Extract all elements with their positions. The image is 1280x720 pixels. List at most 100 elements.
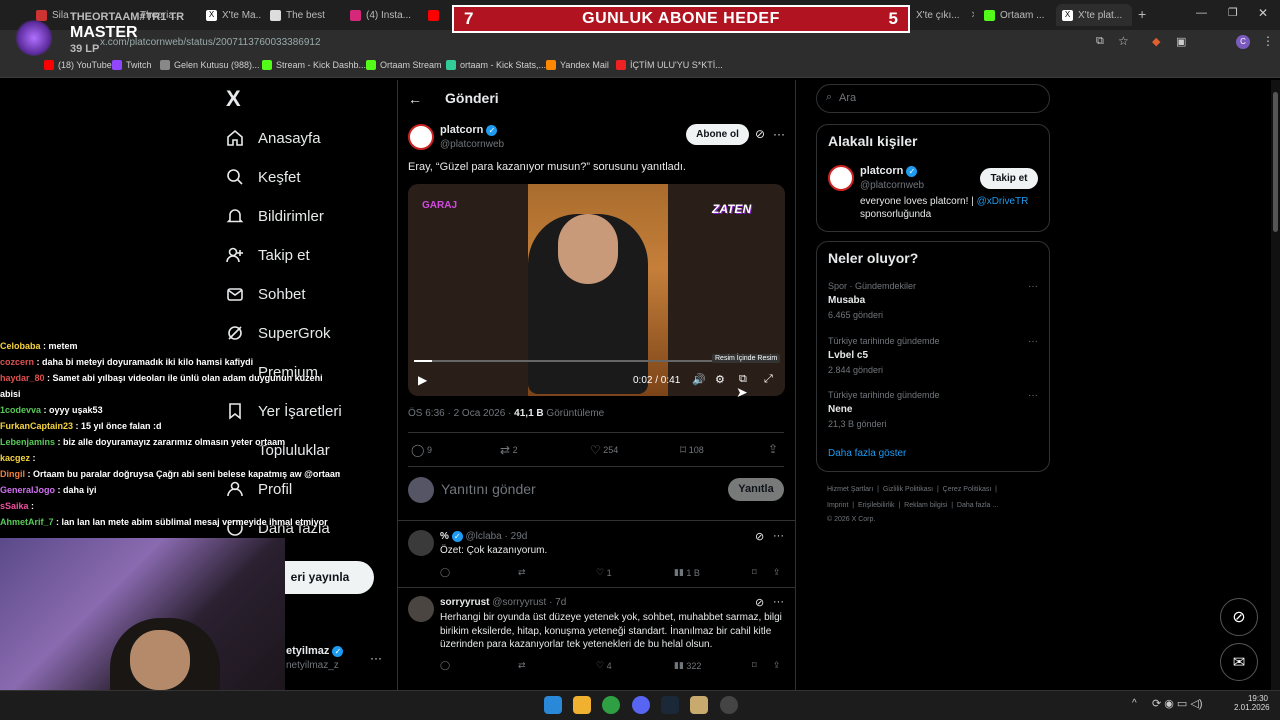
install-icon[interactable]: ⧉ xyxy=(1096,35,1104,48)
bookmark-item[interactable]: Twitch xyxy=(112,60,152,70)
nav-explore[interactable]: Keşfet xyxy=(226,168,301,186)
browser-tab[interactable]: Ortaam ...✕ xyxy=(984,4,1048,26)
bookmark-action[interactable]: ⌑ 108 xyxy=(680,443,704,457)
follow-button[interactable]: Takip et xyxy=(980,168,1038,189)
browser-tab[interactable]: X X'te Ma... xyxy=(206,4,262,26)
more-icon[interactable]: ··· xyxy=(773,530,784,542)
bookmark-item[interactable]: Gelen Kutusu (988)... xyxy=(160,60,260,70)
play-icon[interactable]: ▶ xyxy=(418,373,427,387)
repost-action[interactable]: ⇄ xyxy=(518,660,526,671)
footer-links[interactable]: Imprint | Erişilebilirlik | Reklam bilgi… xyxy=(827,502,998,509)
fullscreen-icon[interactable]: ⤢ xyxy=(764,373,773,386)
trend-item[interactable]: Türkiye tarihinde gündemde Nene 21,3 B g… xyxy=(828,390,1038,429)
reply-button[interactable]: Yanıtla xyxy=(728,478,784,501)
new-tab-icon[interactable]: + xyxy=(1138,6,1146,22)
nav-home[interactable]: Anasayfa xyxy=(226,129,321,147)
repost-action[interactable]: ⇄ 2 xyxy=(500,443,518,457)
close-window-icon[interactable]: ✕ xyxy=(1258,6,1268,20)
scroll-thumb[interactable] xyxy=(1273,92,1278,232)
minimize-icon[interactable]: — xyxy=(1196,7,1207,19)
bookmark-item[interactable]: Yandex Mail xyxy=(546,60,609,70)
like-action[interactable]: ♡ 4 xyxy=(596,660,612,671)
browser-tab[interactable]: (4) Insta... xyxy=(350,4,422,26)
reply-action[interactable]: ◯ xyxy=(440,567,450,578)
views-action[interactable]: ▮▮ 322 xyxy=(674,660,701,671)
bookmark-item[interactable]: Stream - Kick Dashb... xyxy=(262,60,366,70)
volume-icon[interactable]: 🔊 xyxy=(692,373,706,386)
avatar[interactable] xyxy=(408,530,434,556)
repost-action[interactable]: ⇄ xyxy=(518,567,526,578)
tray-icons[interactable]: ⟳ ◉ ▭ ◁) xyxy=(1152,697,1203,710)
steam-icon[interactable] xyxy=(661,696,679,714)
nav-notifications[interactable]: Bildirimler xyxy=(226,207,324,225)
footer-links[interactable]: Hizmet Şartları | Gizlilik Politikası | … xyxy=(827,486,997,493)
trend-item[interactable]: Türkiye tarihinde gündemde Lvbel c5 2.84… xyxy=(828,336,1038,375)
extensions-puzzle-icon[interactable]: ▣ xyxy=(1176,35,1186,48)
webcam-face xyxy=(130,630,190,690)
chrome-icon[interactable] xyxy=(602,696,620,714)
settings-gear-icon[interactable]: ⚙ xyxy=(715,373,725,386)
grok-icon[interactable]: ⊘ xyxy=(755,127,765,141)
bookmark-item[interactable]: ortaam - Kick Stats,... xyxy=(446,60,546,70)
bookmark-item[interactable]: (18) YouTube xyxy=(44,60,112,70)
avatar[interactable] xyxy=(408,596,434,622)
maximize-icon[interactable]: ❐ xyxy=(1228,6,1238,19)
video-player[interactable]: GARAJ ZATEN Resim İçinde Resim ▶ 0:02 / … xyxy=(408,184,785,396)
bookmark-star-icon[interactable]: ☆ xyxy=(1118,34,1129,48)
show-more-link[interactable]: Daha fazla göster xyxy=(828,448,906,459)
messages-fab[interactable]: ✉ xyxy=(1220,643,1258,681)
more-icon[interactable]: ··· xyxy=(1028,390,1038,401)
reply-action[interactable]: ◯ 9 xyxy=(411,443,432,457)
share-action[interactable]: ⇪ xyxy=(768,442,778,456)
share-action[interactable]: ⇪ xyxy=(773,660,781,671)
extension-icon[interactable]: ◆ xyxy=(1152,35,1160,48)
avatar[interactable] xyxy=(408,124,434,150)
more-icon[interactable]: ··· xyxy=(773,127,785,141)
league-icon[interactable] xyxy=(690,696,708,714)
reply-author[interactable]: sorryyrust @sorryyrust · 7d xyxy=(440,597,566,608)
account-name[interactable]: etyilmaz ✓ xyxy=(286,645,344,657)
discord-icon[interactable] xyxy=(632,696,650,714)
start-icon[interactable] xyxy=(544,696,562,714)
grok-fab[interactable]: ⊘ xyxy=(1220,598,1258,636)
share-action[interactable]: ⇪ xyxy=(773,567,781,578)
reply-action[interactable]: ◯ xyxy=(440,660,450,671)
search-input[interactable]: Ara xyxy=(839,92,856,104)
avatar[interactable] xyxy=(828,165,854,191)
reply-author[interactable]: % ✓ @lclaba · 29d xyxy=(440,531,527,542)
trend-item[interactable]: Spor · Gündemdekiler Musaba 6.465 gönder… xyxy=(828,281,1038,320)
nav-chat[interactable]: Sohbet xyxy=(226,285,306,303)
author-handle[interactable]: @platcornweb xyxy=(440,139,504,150)
like-action[interactable]: ♡ 254 xyxy=(590,443,618,457)
x-logo[interactable]: X xyxy=(226,86,241,112)
author-name[interactable]: platcorn ✓ xyxy=(440,124,498,136)
browser-tab[interactable] xyxy=(428,4,452,26)
bookmark-item[interactable]: Ortaam Stream xyxy=(366,60,442,70)
bookmark-item[interactable]: İÇTİM ULU'YU S*KTİ... xyxy=(616,60,723,70)
browser-tab[interactable]: The best xyxy=(270,4,342,26)
more-icon[interactable]: ··· xyxy=(1028,281,1038,292)
browser-tab[interactable]: X'te çıkı...✕ xyxy=(916,4,974,26)
obs-icon[interactable] xyxy=(720,696,738,714)
bookmark-action[interactable]: ⌑ xyxy=(752,660,757,671)
reply-input[interactable]: Yanıtını gönder xyxy=(441,481,536,497)
grok-icon[interactable]: ⊘ xyxy=(755,596,764,609)
profile-avatar[interactable]: C xyxy=(1236,35,1250,49)
tray-chevron-icon[interactable]: ^ xyxy=(1132,698,1137,709)
nav-follow[interactable]: Takip et xyxy=(226,246,310,264)
menu-kebab-icon[interactable]: ⋮ xyxy=(1262,34,1274,48)
subscribe-button[interactable]: Abone ol xyxy=(686,124,749,145)
clock[interactable]: 19:30 2.01.2026 xyxy=(1234,694,1270,712)
related-name[interactable]: platcorn ✓ xyxy=(860,165,918,177)
more-icon[interactable]: ··· xyxy=(1028,336,1038,347)
more-icon[interactable]: ··· xyxy=(773,596,784,608)
scrollbar[interactable] xyxy=(1271,80,1280,690)
browser-tab-active[interactable]: XX'te plat...✕ xyxy=(1056,4,1132,26)
views-action[interactable]: ▮▮ 1 B xyxy=(674,567,700,578)
explorer-icon[interactable] xyxy=(573,696,591,714)
grok-icon[interactable]: ⊘ xyxy=(755,530,764,543)
account-more-icon[interactable]: ··· xyxy=(370,651,382,665)
bookmark-action[interactable]: ⌑ xyxy=(752,567,757,578)
back-arrow-icon[interactable]: ← xyxy=(408,91,422,107)
like-action[interactable]: ♡ 1 xyxy=(596,567,612,578)
